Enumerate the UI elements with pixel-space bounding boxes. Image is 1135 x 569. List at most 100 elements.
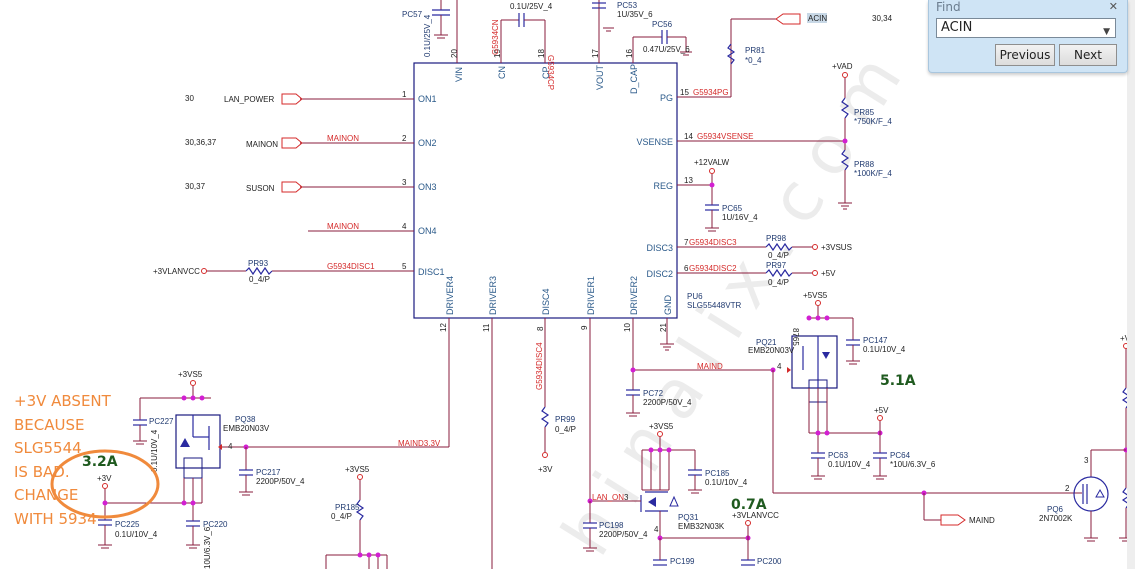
capacitor-pc227[interactable]: PC227 0.1U/10V_4 (133, 417, 174, 472)
chevron-down-icon[interactable]: ▼ (1103, 23, 1110, 41)
pin-name: GND (663, 295, 673, 316)
pin-num: 8 (536, 326, 545, 331)
find-title: Find (936, 0, 961, 14)
pin-name: ON2 (418, 138, 437, 148)
capacitor-pc217[interactable]: PC217 2200P/50V_4 (239, 447, 305, 496)
ref-label: PC56 (652, 20, 673, 29)
pin-num: 12 (439, 323, 448, 332)
net-label: G5934CN (491, 19, 500, 55)
port-acin[interactable]: ACIN 30,34 (775, 13, 893, 25)
capacitor-pc199[interactable]: PC199 (653, 538, 695, 566)
rail-label: +5V (821, 269, 836, 278)
capacitor-pc185[interactable]: PC185 0.1U/10V_4 (688, 469, 748, 494)
net-label: G5934VSENSE (697, 132, 753, 141)
value-label: 0.1U/10V_4 (828, 460, 871, 469)
value-label: 0.1U/25V_4 (423, 14, 432, 57)
pin-num: 2 (1065, 484, 1070, 493)
value-label: 1U/16V_4 (722, 213, 758, 222)
ref-label: PR93 (248, 259, 269, 268)
pin-num: 20 (450, 49, 459, 58)
ref-label: PC199 (670, 557, 695, 566)
schematic-canvas: hinalix.com 1 2 3 4 5 ON1 ON2 ON3 ON4 DI… (50, 0, 1133, 569)
pin-name: DISC3 (646, 243, 673, 253)
pin-name: VOUT (595, 64, 605, 90)
port-suson[interactable]: 30,37 SUSON (185, 181, 303, 193)
ref-label: PC53 (617, 1, 638, 10)
value-label: 0.47U/25V_6 (643, 45, 690, 54)
port-label: MAIND (969, 516, 995, 525)
vertical-scrollbar[interactable] (1127, 0, 1135, 569)
net-label: G5934DISC3 (689, 238, 737, 247)
ref-label: PQ38 (235, 415, 256, 424)
port-maind[interactable]: MAIND (940, 514, 995, 526)
page-ref: 30,36,37 (185, 138, 217, 147)
capacitor-pc200[interactable]: PC200 (741, 557, 782, 566)
resistor-pr93[interactable]: PR93 0_4/P (245, 259, 273, 284)
pin-num: 17 (591, 49, 600, 58)
annotation-line: BECAUSE (14, 415, 85, 434)
rail-label: +3VLANVCC (732, 511, 779, 520)
capacitor-pc57[interactable]: PC57 0.1U/25V_4 (402, 0, 450, 57)
capacitor-pc65[interactable]: +12VALW PC65 1U/16V_4 (694, 158, 758, 232)
annotation-line: SLG5544 (14, 439, 82, 457)
port-lan-power[interactable]: 30 LAN_POWER (185, 93, 303, 105)
value-label: 0_4/P (768, 251, 789, 260)
rail-label: +3VS5 (178, 370, 203, 379)
previous-button[interactable]: Previous (995, 44, 1055, 66)
annotation-note: +3V ABSENT BECAUSE SLG5544 IS BAD. CHANG… (14, 390, 111, 531)
pin-num: 8765 (791, 328, 800, 346)
rail-label: +3V (538, 465, 553, 474)
value-label: 2200P/50V_4 (643, 398, 692, 407)
port-mainon[interactable]: 30,36,37 MAINON MAINON (185, 134, 359, 149)
resistor-pr185[interactable]: +3VS5 PR185 0_4/P (325, 465, 388, 569)
page-ref: 30,34 (872, 14, 893, 23)
pin-num: 15 (680, 88, 689, 97)
capacitor-pc64[interactable]: PC64 *10U/6.3V_6 (873, 451, 936, 480)
ic-top-pins: 20 19 18 17 16 VIN CN CP VOUT D_CAP (450, 0, 639, 94)
page-ref: 30 (185, 94, 194, 103)
pin-name: PG (660, 93, 673, 103)
ref-label: PR81 (745, 46, 766, 55)
annotation-line: WITH 5934 (14, 509, 97, 528)
pin-num: 18 (537, 49, 546, 58)
net-label: G5934DISC4 (535, 342, 544, 390)
pin-num: 5 (402, 262, 407, 271)
value-label: 0.1U/10V_4 (115, 530, 158, 539)
annotation-line: IS BAD. (14, 462, 70, 481)
ref-label: PC200 (757, 557, 782, 566)
ref-label: PR85 (854, 108, 875, 117)
pin-num: 11 (482, 323, 491, 332)
pin-num: 21 (659, 323, 668, 332)
pin-num: 3 (624, 493, 629, 502)
pin-name: ON4 (418, 226, 437, 236)
mosfet-pq6[interactable]: +V 2 3 PQ6 2N7002K (1039, 334, 1133, 542)
capacitor-pc147[interactable]: PC147 0.1U/10V_4 (846, 336, 906, 365)
pin-name: DRIVER2 (629, 276, 639, 315)
ic-part: SLG55448VTR (687, 301, 741, 310)
net-label: MAIND (697, 362, 723, 371)
value-label: 0.1U/25V_4 (510, 2, 553, 11)
next-button[interactable]: Next (1059, 44, 1117, 66)
resistor-pr81[interactable]: PR81 *0_4 (726, 18, 776, 97)
find-search-input[interactable]: ACIN ▼ (936, 18, 1116, 38)
capacitor-pc63[interactable]: PC63 0.1U/10V_4 (811, 451, 871, 480)
pin-name: DISC2 (646, 269, 673, 279)
annotation-line: +3V ABSENT (14, 392, 111, 410)
ref-label: PR88 (854, 160, 875, 169)
capacitor-pc220[interactable]: PC220 10U/6.3V_6 (186, 520, 228, 569)
net-label: LAN_ON (592, 493, 624, 502)
capacitor-pc53[interactable]: PC53 1U/35V_6 (592, 1, 653, 32)
rail-label: +5VS5 (803, 291, 828, 300)
ref-label: PR98 (766, 234, 787, 243)
capacitor-pc56[interactable]: PC56 0.47U/25V_6 (633, 20, 692, 56)
pin-num: 9 (580, 325, 589, 330)
rail-label: +3VS5 (345, 465, 370, 474)
close-icon[interactable]: ✕ (1109, 0, 1118, 13)
pin-num: 1 (402, 90, 407, 99)
rail-3vlanvcc-out: +3VLANVCC (732, 511, 779, 560)
pin-num: 10 (623, 323, 632, 332)
pin-name: VIN (454, 67, 464, 82)
value-label: 0.1U/10V_4 (705, 478, 748, 487)
pin-name: DRIVER3 (488, 276, 498, 315)
resistor-pr99[interactable]: G5934DISC4 PR99 0_4/P +3V (535, 342, 576, 474)
